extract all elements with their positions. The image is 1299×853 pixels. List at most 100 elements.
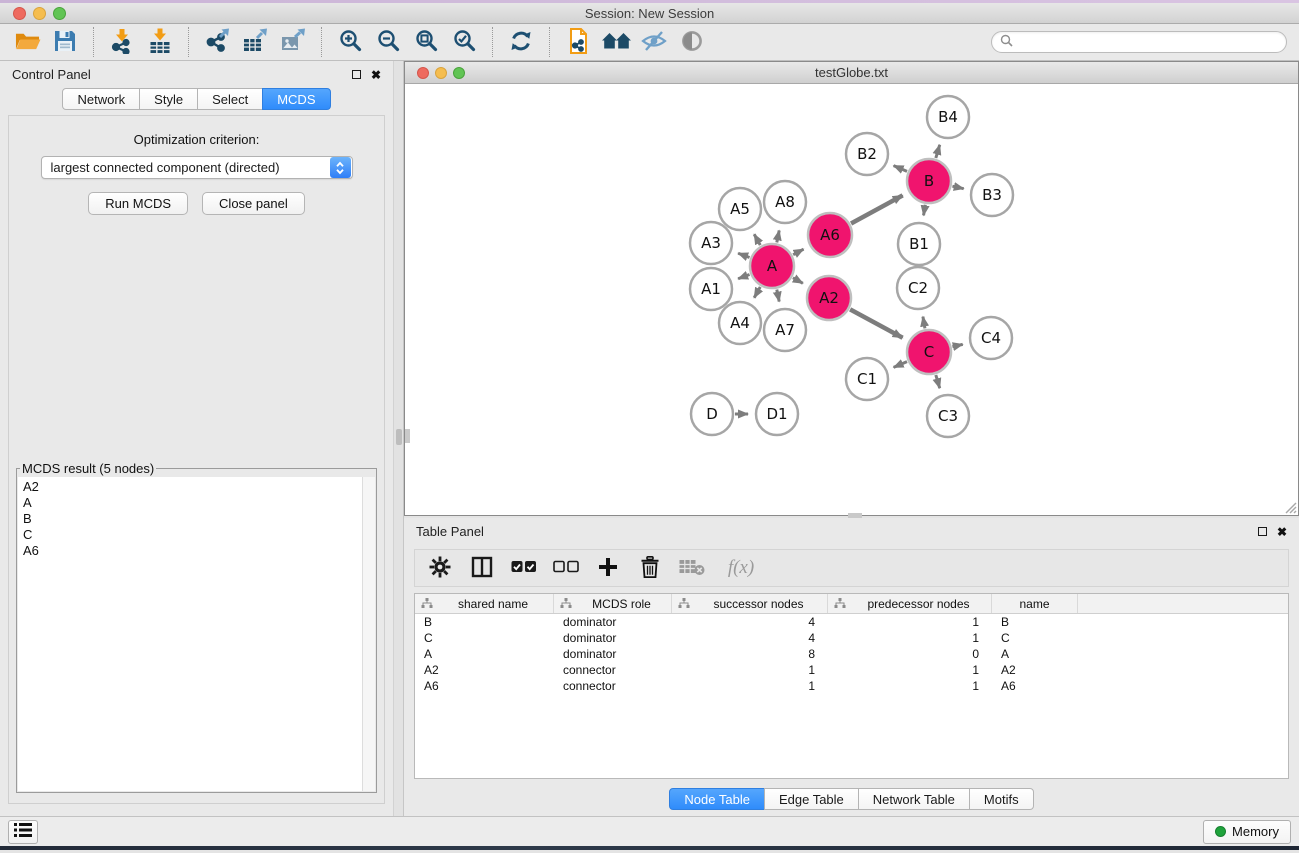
float-table-panel-button[interactable] bbox=[1258, 527, 1267, 536]
edge-B-B3[interactable] bbox=[952, 186, 963, 189]
cell-successor-nodes[interactable]: 1 bbox=[672, 679, 828, 693]
table-row[interactable]: Cdominator41C bbox=[415, 630, 1288, 646]
cell-mcds-role[interactable]: dominator bbox=[554, 631, 672, 645]
tab-motifs[interactable]: Motifs bbox=[969, 788, 1034, 810]
node-A2[interactable]: A2 bbox=[807, 276, 851, 320]
edge-B-B2[interactable] bbox=[894, 166, 907, 172]
table-row[interactable]: Bdominator41B bbox=[415, 614, 1288, 630]
resize-grip-icon[interactable] bbox=[1283, 500, 1297, 517]
edge-C-C3[interactable] bbox=[936, 375, 940, 388]
deselect-all-columns-button[interactable] bbox=[547, 552, 585, 584]
edge-B-B1[interactable] bbox=[924, 205, 926, 216]
column-header-shared-name[interactable]: shared name bbox=[415, 594, 554, 613]
cell-successor-nodes[interactable]: 8 bbox=[672, 647, 828, 661]
mcds-result-list[interactable]: A2ABCA6 bbox=[18, 477, 375, 791]
hide-selected-button[interactable] bbox=[635, 25, 673, 59]
edge-A-A5[interactable] bbox=[754, 234, 760, 245]
criterion-select[interactable]: largest connected component (directed) bbox=[41, 156, 353, 179]
node-B4[interactable]: B4 bbox=[927, 96, 969, 138]
first-neighbors-button[interactable] bbox=[597, 25, 635, 59]
tab-style[interactable]: Style bbox=[139, 88, 198, 110]
table-row[interactable]: A6connector11A6 bbox=[415, 678, 1288, 694]
show-panels-button[interactable] bbox=[8, 820, 38, 844]
maximize-network-window-button[interactable] bbox=[453, 67, 465, 79]
edge-A-A3[interactable] bbox=[738, 253, 749, 257]
edge-A-A4[interactable] bbox=[754, 287, 760, 298]
cell-predecessor-nodes[interactable]: 1 bbox=[828, 615, 992, 629]
tab-network[interactable]: Network bbox=[62, 88, 140, 110]
edge-A-A8[interactable] bbox=[777, 230, 779, 242]
node-C1[interactable]: C1 bbox=[846, 358, 888, 400]
node-C3[interactable]: C3 bbox=[927, 395, 969, 437]
close-window-button[interactable] bbox=[13, 7, 26, 20]
search-input[interactable] bbox=[1018, 35, 1278, 49]
clone-network-button[interactable] bbox=[559, 25, 597, 59]
tab-mcds[interactable]: MCDS bbox=[262, 88, 330, 110]
node-C[interactable]: C bbox=[907, 330, 951, 374]
tab-edge-table[interactable]: Edge Table bbox=[764, 788, 859, 810]
cell-successor-nodes[interactable]: 4 bbox=[672, 615, 828, 629]
float-panel-button[interactable] bbox=[352, 70, 361, 79]
mcds-result-item[interactable]: B bbox=[23, 511, 375, 527]
cell-shared-name[interactable]: C bbox=[415, 631, 554, 645]
cell-successor-nodes[interactable]: 4 bbox=[672, 631, 828, 645]
node-C2[interactable]: C2 bbox=[897, 267, 939, 309]
cell-name[interactable]: A6 bbox=[992, 679, 1078, 693]
edge-C-C2[interactable] bbox=[923, 317, 925, 329]
column-header-predecessor-nodes[interactable]: predecessor nodes bbox=[828, 594, 992, 613]
node-A1[interactable]: A1 bbox=[690, 268, 732, 310]
zoom-selected-button[interactable] bbox=[445, 25, 483, 59]
export-table-button[interactable] bbox=[236, 25, 274, 59]
edge-A-A6[interactable] bbox=[793, 249, 803, 255]
cell-mcds-role[interactable]: dominator bbox=[554, 615, 672, 629]
column-header-successor-nodes[interactable]: successor nodes bbox=[672, 594, 828, 613]
cell-name[interactable]: A2 bbox=[992, 663, 1078, 677]
minimize-window-button[interactable] bbox=[33, 7, 46, 20]
network-canvas[interactable]: B4B2BB3B1A5A8A6A3AA1A2C2A4A7CC4C1C3DD1 bbox=[405, 84, 1298, 518]
cell-predecessor-nodes[interactable]: 1 bbox=[828, 631, 992, 645]
cell-shared-name[interactable]: A2 bbox=[415, 663, 554, 677]
cell-mcds-role[interactable]: connector bbox=[554, 663, 672, 677]
edge-C-C4[interactable] bbox=[952, 344, 962, 346]
cell-predecessor-nodes[interactable]: 0 bbox=[828, 647, 992, 661]
node-A3[interactable]: A3 bbox=[690, 222, 732, 264]
cell-successor-nodes[interactable]: 1 bbox=[672, 663, 828, 677]
cell-name[interactable]: A bbox=[992, 647, 1078, 661]
cell-shared-name[interactable]: A6 bbox=[415, 679, 554, 693]
edge-C-C1[interactable] bbox=[894, 362, 907, 368]
node-A6[interactable]: A6 bbox=[808, 213, 852, 257]
node-C4[interactable]: C4 bbox=[970, 317, 1012, 359]
edge-A6-B[interactable] bbox=[851, 195, 903, 223]
column-header-mcds-role[interactable]: MCDS role bbox=[554, 594, 672, 613]
mcds-result-item[interactable]: C bbox=[23, 527, 375, 543]
node-A5[interactable]: A5 bbox=[719, 188, 761, 230]
node-B[interactable]: B bbox=[907, 159, 951, 203]
minimize-network-window-button[interactable] bbox=[435, 67, 447, 79]
create-column-button[interactable] bbox=[589, 552, 627, 584]
cell-shared-name[interactable]: B bbox=[415, 615, 554, 629]
edge-A-A2[interactable] bbox=[793, 278, 803, 284]
close-panel-icon[interactable]: ✖ bbox=[371, 69, 381, 81]
delete-table-button[interactable] bbox=[673, 552, 711, 584]
delete-column-button[interactable] bbox=[631, 552, 669, 584]
memory-button[interactable]: Memory bbox=[1203, 820, 1291, 844]
cell-shared-name[interactable]: A bbox=[415, 647, 554, 661]
tab-network-table[interactable]: Network Table bbox=[858, 788, 970, 810]
edge-A2-C[interactable] bbox=[850, 309, 902, 337]
node-D1[interactable]: D1 bbox=[756, 393, 798, 435]
import-table-button[interactable] bbox=[141, 25, 179, 59]
import-network-button[interactable] bbox=[103, 25, 141, 59]
node-B1[interactable]: B1 bbox=[898, 223, 940, 265]
search-field[interactable] bbox=[991, 31, 1287, 53]
mcds-result-item[interactable]: A6 bbox=[23, 543, 375, 559]
cell-predecessor-nodes[interactable]: 1 bbox=[828, 679, 992, 693]
column-header-name[interactable]: name bbox=[992, 594, 1078, 613]
panel-splitter[interactable] bbox=[393, 61, 404, 816]
show-column-button[interactable] bbox=[463, 552, 501, 584]
zoom-out-button[interactable] bbox=[369, 25, 407, 59]
node-A[interactable]: A bbox=[750, 244, 794, 288]
cell-mcds-role[interactable]: dominator bbox=[554, 647, 672, 661]
zoom-fit-button[interactable] bbox=[407, 25, 445, 59]
result-scrollbar[interactable] bbox=[362, 477, 375, 791]
tab-select[interactable]: Select bbox=[197, 88, 263, 110]
